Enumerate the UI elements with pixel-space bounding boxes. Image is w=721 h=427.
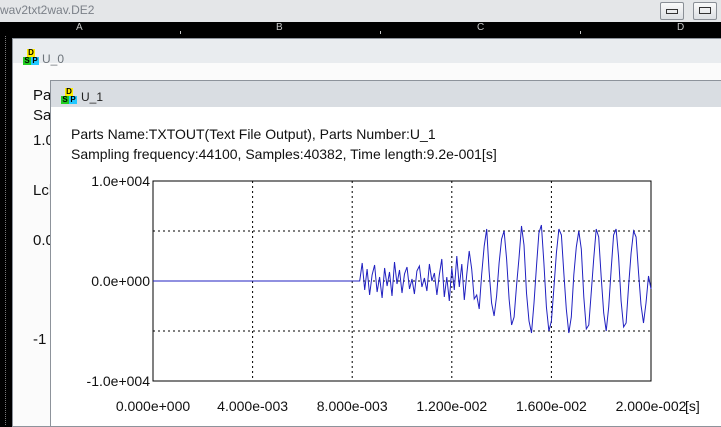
dsp-icon: D S P	[23, 49, 39, 65]
waveform-chart: 1.0e+004 0.0e+000 -1.0e+004 0.000e+000 4.000…	[87, 173, 700, 414]
dsp-icon-s: S	[23, 56, 31, 65]
ruler-tick	[380, 31, 381, 34]
ruler-label-b: B	[276, 22, 283, 33]
u0-text-fragment: -1	[33, 331, 47, 348]
x-tick-label: 1.600e-002	[516, 398, 587, 414]
app-title: wav2txt2wav.DE2	[0, 3, 95, 17]
x-unit-label: [s]	[685, 398, 700, 414]
ruler-tick	[580, 31, 581, 34]
x-tick-label: 4.000e-003	[217, 398, 288, 414]
minimize-icon	[666, 9, 678, 14]
y-tick-label: -1.0e+004	[87, 373, 151, 389]
x-tick-label: 0.000e+000	[116, 398, 191, 414]
app-title-bar: wav2txt2wav.DE2	[0, 0, 721, 23]
column-ruler: A B C D	[0, 22, 721, 34]
ruler-label-c: C	[477, 22, 485, 33]
minimize-button[interactable]	[660, 2, 684, 20]
restore-icon	[699, 7, 711, 14]
window-u0-titlebar[interactable]: D S P U_0	[13, 39, 721, 66]
x-tick-label: 8.000e-003	[317, 398, 388, 414]
x-tick-label: 1.200e-002	[416, 398, 487, 414]
y-tick-label: 1.0e+004	[91, 173, 150, 189]
column-guide	[5, 36, 6, 425]
x-tick-label: 2.000e-002	[616, 398, 687, 414]
ruler-label-d: D	[677, 22, 685, 33]
u0-text-fragment: Sa	[33, 107, 52, 124]
restore-button[interactable]	[693, 2, 717, 20]
y-tick-label: 0.0e+000	[91, 273, 150, 289]
dsp-icon-p: P	[31, 56, 39, 65]
ruler-tick	[180, 31, 181, 34]
window-u0-title: U_0	[42, 52, 65, 66]
ruler-label-a: A	[76, 22, 83, 33]
window-u1[interactable]: D S P U_1 Parts Name:TXTOUT(Text File Ou…	[50, 80, 721, 427]
